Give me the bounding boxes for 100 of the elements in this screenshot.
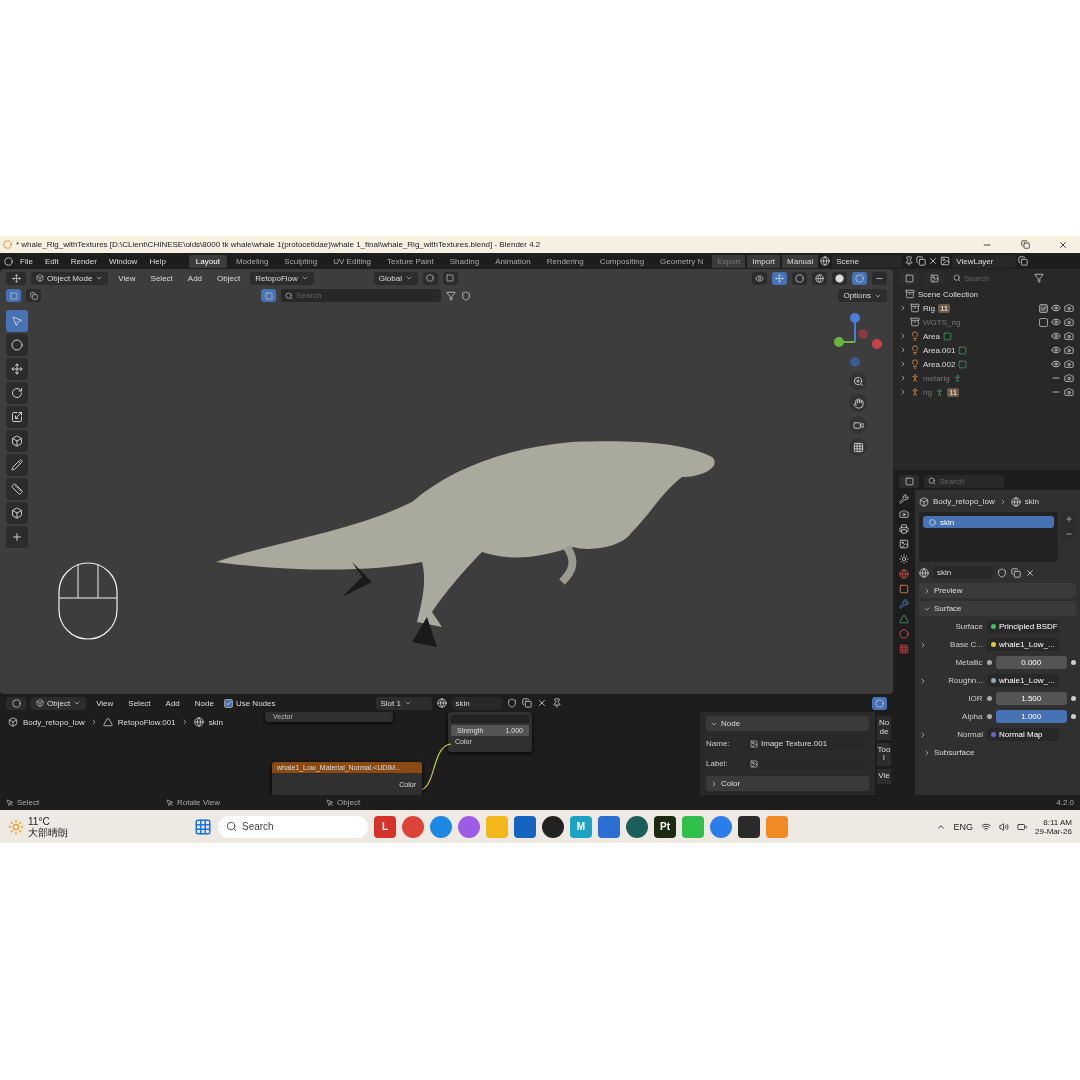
panel-header[interactable]: Preview (919, 583, 1076, 598)
material-field[interactable]: skin (933, 566, 993, 579)
menu-item[interactable]: File (15, 256, 38, 266)
wrench-icon[interactable] (899, 494, 909, 504)
workspace-tab[interactable]: Layout (188, 254, 227, 268)
material-shading-button[interactable] (852, 271, 867, 285)
workspace-tab[interactable]: Modeling (228, 254, 276, 268)
cursor-tool-button[interactable] (6, 334, 28, 356)
menu-item[interactable]: View (113, 273, 141, 283)
globe-icon[interactable] (820, 256, 831, 266)
annotate-tool-button[interactable] (6, 454, 28, 476)
menu-item[interactable]: Help (144, 256, 171, 266)
editor-type-button[interactable] (6, 271, 26, 285)
language-indicator[interactable]: ENG (953, 821, 974, 832)
shield-icon[interactable] (997, 567, 1007, 578)
eye-icon[interactable] (1051, 331, 1061, 341)
number-field[interactable]: 1.500 (995, 692, 1067, 705)
pin-icon[interactable] (904, 256, 915, 266)
close-icon[interactable] (1025, 567, 1035, 578)
menu-item[interactable]: Add (160, 698, 185, 708)
display-mode-button[interactable] (924, 271, 944, 285)
sidebar-tab[interactable]: Tool (877, 742, 891, 767)
solid-shading-button[interactable] (832, 271, 847, 285)
outliner-item[interactable]: Scene Collection (918, 289, 979, 299)
editor-type-button[interactable] (6, 696, 26, 710)
number-field[interactable]: 0.000 (995, 656, 1067, 669)
subpanel-header[interactable]: Subsurface (919, 745, 1076, 760)
menu-item[interactable]: Render (65, 256, 102, 266)
outliner-item[interactable]: Area.001 (923, 345, 956, 355)
socket-link-field[interactable]: whale1_Low_... (987, 638, 1059, 651)
sphere-icon[interactable] (436, 698, 447, 708)
eye-icon[interactable] (1051, 359, 1061, 369)
toolbar-button[interactable]: Import (747, 254, 780, 268)
add-cube-tool-button[interactable] (6, 502, 28, 524)
wrench-icon[interactable] (899, 599, 909, 609)
app-icon[interactable] (626, 815, 648, 838)
battery-icon[interactable] (1017, 821, 1028, 832)
app-icon[interactable]: L (374, 815, 396, 838)
workspace-tab[interactable]: Animation (488, 254, 538, 268)
scale-tool-button[interactable] (6, 406, 28, 428)
image-icon[interactable] (899, 539, 909, 549)
socket-link-field[interactable]: Normal Map (987, 728, 1059, 741)
shield-icon[interactable] (461, 290, 471, 301)
move-tool-button[interactable] (6, 358, 28, 380)
menu-item[interactable]: Add (182, 273, 208, 283)
material-slot[interactable]: skin (923, 516, 1054, 528)
filter-icon[interactable] (1034, 273, 1044, 283)
pan-button[interactable] (849, 394, 867, 412)
rotate-tool-button[interactable] (6, 382, 28, 404)
outliner-item[interactable]: Rig (923, 303, 935, 313)
select-tool-button[interactable] (6, 310, 28, 332)
workspace-tab[interactable]: Compositing (592, 254, 652, 268)
image-icon[interactable] (940, 256, 951, 266)
visibility-button[interactable] (752, 271, 767, 285)
menu-item[interactable]: Window (103, 256, 143, 266)
printer-icon[interactable] (899, 524, 909, 534)
view-layer-field[interactable]: ViewLayer (952, 254, 1017, 268)
editor-type-button[interactable] (899, 271, 919, 285)
pin-icon[interactable] (551, 698, 562, 708)
duplicate-icon[interactable] (521, 698, 532, 708)
grid-view-button[interactable] (849, 438, 867, 456)
camera-view-button[interactable] (849, 416, 867, 434)
camera-icon[interactable] (1064, 373, 1074, 383)
eye-icon[interactable] (1051, 303, 1061, 313)
close-icon[interactable] (928, 256, 939, 266)
app-icon[interactable]: Pt (654, 815, 676, 838)
chevron-right-icon[interactable] (919, 640, 927, 649)
workspace-tab[interactable]: Shading (442, 254, 487, 268)
filter-icon[interactable] (446, 290, 456, 301)
overlay-button[interactable] (872, 696, 887, 710)
shader-type-dropdown[interactable]: Object (31, 696, 87, 710)
workspace-tab[interactable]: Rendering (539, 254, 591, 268)
duplicate-icon[interactable] (1018, 256, 1029, 266)
checkbox[interactable] (1039, 317, 1048, 327)
measure-tool-button[interactable] (6, 478, 28, 500)
workspace-tab[interactable]: Texture Paint (380, 254, 441, 268)
camera-icon[interactable] (1064, 331, 1074, 341)
duplicate-icon[interactable] (1011, 567, 1021, 578)
camera-icon[interactable] (899, 509, 909, 519)
pivot-button[interactable] (422, 271, 438, 285)
menu-item[interactable]: Node (189, 698, 219, 708)
overlay-button[interactable] (792, 271, 807, 285)
duplicate-icon[interactable] (916, 256, 927, 266)
select-extend-button[interactable] (26, 289, 41, 302)
axis-gizmo-drawing[interactable] (833, 312, 883, 368)
transform-tool-button[interactable] (6, 430, 28, 452)
app-icon[interactable] (738, 815, 760, 838)
options-dropdown[interactable]: Options (838, 289, 887, 302)
sphere-icon[interactable] (919, 567, 929, 578)
menu-item[interactable]: View (91, 698, 119, 708)
add-slot-button[interactable] (1061, 512, 1076, 525)
menu-item[interactable]: Select (123, 698, 156, 708)
workspace-tab[interactable]: UV Editing (326, 254, 379, 268)
wireframe-shading-button[interactable] (812, 271, 827, 285)
eye-icon[interactable] (1051, 345, 1061, 355)
sun-icon[interactable] (899, 554, 909, 564)
app-icon[interactable] (542, 815, 564, 838)
menu-item[interactable]: Object (212, 273, 246, 283)
socket-link-field[interactable]: whale1_Low_... (987, 674, 1059, 687)
outliner-item[interactable]: Area.002 (923, 359, 956, 369)
